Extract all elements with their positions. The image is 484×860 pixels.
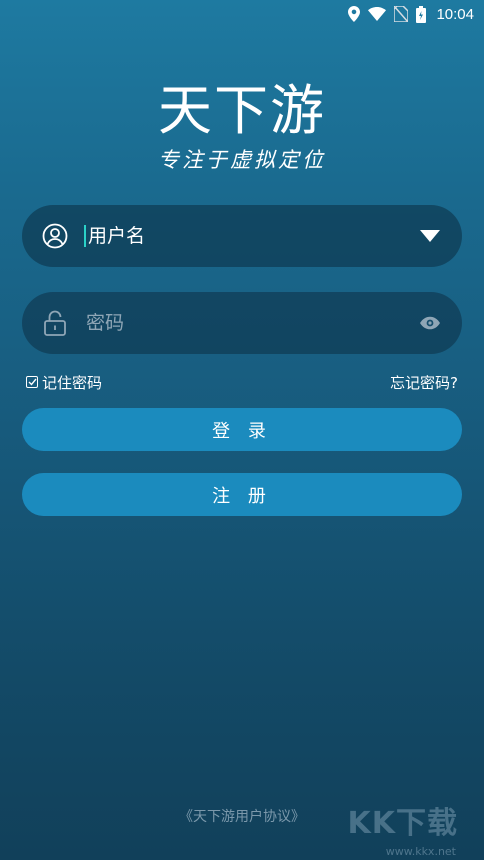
- no-sim-icon: [394, 6, 409, 22]
- watermark-logo: KK下载: [347, 806, 458, 841]
- username-value[interactable]: 用户名: [84, 225, 416, 247]
- remember-password[interactable]: 记住密码: [26, 372, 102, 393]
- options-row: 记住密码 忘记密码?: [26, 371, 458, 393]
- dropdown-triangle-icon[interactable]: [416, 222, 444, 250]
- battery-icon: [416, 5, 427, 23]
- forgot-password-link[interactable]: 忘记密码?: [390, 372, 458, 393]
- remember-label: 记住密码: [42, 373, 103, 392]
- watermark-url: www.kkx.net: [385, 845, 456, 858]
- eye-icon[interactable]: [416, 309, 444, 337]
- register-button[interactable]: 注 册: [22, 473, 462, 516]
- status-bar: 10:04: [0, 0, 484, 28]
- location-icon: [348, 6, 361, 22]
- app-slogan: 专注于虚拟定位: [158, 148, 326, 172]
- status-time: 10:04: [436, 5, 474, 23]
- remember-checkbox[interactable]: [26, 376, 38, 388]
- app-title: 天下游: [158, 79, 326, 142]
- username-field[interactable]: 用户名: [22, 205, 462, 267]
- password-input[interactable]: [84, 311, 416, 335]
- password-field[interactable]: [22, 292, 462, 354]
- login-button[interactable]: 登 录: [22, 408, 462, 451]
- user-circle-icon: [42, 223, 68, 249]
- wifi-icon: [368, 7, 387, 21]
- lock-icon: [42, 310, 68, 336]
